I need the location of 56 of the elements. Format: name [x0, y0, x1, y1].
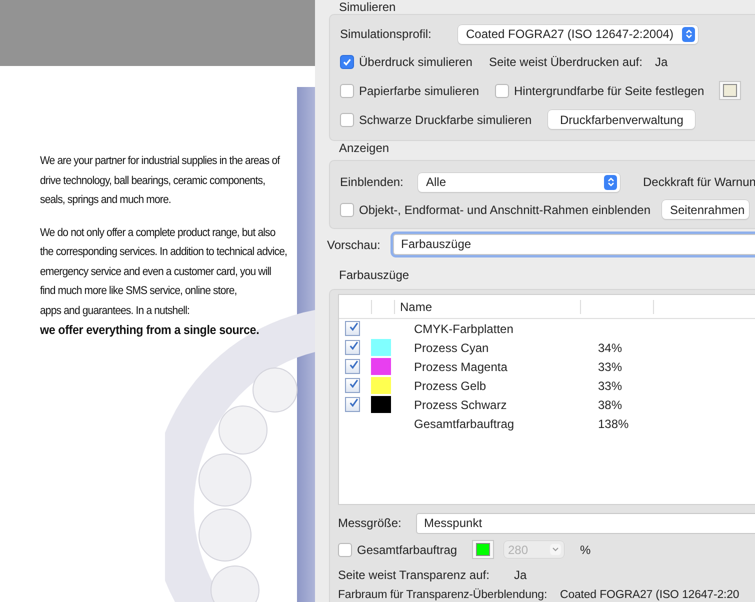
row-checkbox[interactable]: [344, 397, 360, 412]
field-label: Messgröße:: [338, 516, 402, 530]
preview-field[interactable]: Farbauszüge: [393, 234, 755, 255]
table-cell-text: Gesamtfarbauftrag: [413, 416, 516, 430]
row-checkbox[interactable]: [344, 340, 360, 355]
info-value: Ja: [655, 54, 668, 68]
info-label: Seite weist Überdrucken auf:: [489, 54, 644, 68]
body-paragraph: We do not only offer a complete product range, but also the corresponding services. In addition to technical advice, emergency service and even a customer card, you will find much more like SMS service, online store, apps and guarantees. In a nutshell: we offer everything from a single source.: [40, 226, 288, 339]
field-label: Vorschau:: [327, 238, 382, 252]
field-label: Einblenden:: [340, 175, 404, 189]
profile-dropdown[interactable]: Coated FOGRA27 (ISO 12647-2:2004): [458, 24, 698, 44]
section-title: Anzeigen: [338, 141, 390, 156]
section-title: Farbauszüge: [338, 268, 410, 283]
row-checkbox[interactable]: [344, 378, 360, 393]
table-cell-text: Prozess Cyan: [413, 340, 490, 354]
table-cell-text: Prozess Schwarz: [413, 398, 508, 412]
paper-color-checkbox[interactable]: Papierfarbe simulieren: [340, 84, 495, 98]
row-checkbox[interactable]: [344, 321, 360, 336]
table-cell-text: 33%: [597, 378, 622, 392]
measure-field[interactable]: Messpunkt: [416, 512, 755, 534]
ink-simulation-checkbox[interactable]: Schwarze Druckfarbe simulieren: [340, 112, 548, 126]
ink-manager-button[interactable]: Druckfarbenverwaltung: [548, 110, 696, 129]
color-well[interactable]: [472, 540, 494, 559]
body-paragraph: We are your partner for industrial supplies in the areas of drive technology, ball bearings, ceramic components, seals, springs and much more.: [40, 154, 281, 208]
row-checkbox[interactable]: [344, 359, 360, 374]
background-color-checkbox[interactable]: Hintergrundfarbe für Seite festlegen: [495, 84, 719, 98]
page-frame-button[interactable]: Seitenrahmen: [662, 200, 749, 219]
column-header[interactable]: Name: [394, 300, 580, 314]
table-cell-text: 138%: [597, 416, 629, 430]
frames-checkbox[interactable]: Objekt-, Endformat- und Anschnitt-Rahmen einblenden: [340, 202, 662, 216]
checkmark-icon: [342, 56, 352, 66]
table-cell-text: Prozess Magenta: [413, 360, 508, 374]
table-cell-text: Prozess Gelb: [413, 378, 488, 392]
chevron-icon: [550, 544, 561, 555]
table-cell-text: CMYK-Farbplatten: [413, 322, 514, 336]
checkmark-icon: [348, 320, 358, 334]
checkmark-icon: [348, 396, 358, 410]
table-cell-text: 33%: [597, 360, 622, 374]
field-label: Simulationsprofil:: [340, 27, 432, 41]
table-cell-text: 38%: [597, 398, 622, 412]
table-cell-text: 34%: [597, 340, 622, 354]
checkmark-icon: [348, 339, 358, 353]
field-label: Deckkraft für Warnun: [643, 175, 755, 189]
info-value: Coated FOGRA27 (ISO 12647-2:20: [560, 588, 740, 600]
color-well[interactable]: [719, 81, 741, 100]
show-dropdown[interactable]: Alle: [418, 172, 620, 192]
info-value: Ja: [514, 568, 527, 582]
info-label: Seite weist Transparenz auf:: [338, 568, 490, 582]
stepper-icon: [682, 26, 695, 42]
overprint-checkbox[interactable]: Überdruck simulieren: [340, 54, 489, 68]
unit-label: %: [580, 542, 591, 556]
checkmark-icon: [348, 358, 358, 372]
stepper-icon: [604, 174, 617, 190]
info-label: Farbraum für Transparenz-Überblendung:: [338, 588, 548, 600]
section-title: Simulieren: [338, 0, 397, 14]
checkmark-icon: [348, 377, 358, 391]
